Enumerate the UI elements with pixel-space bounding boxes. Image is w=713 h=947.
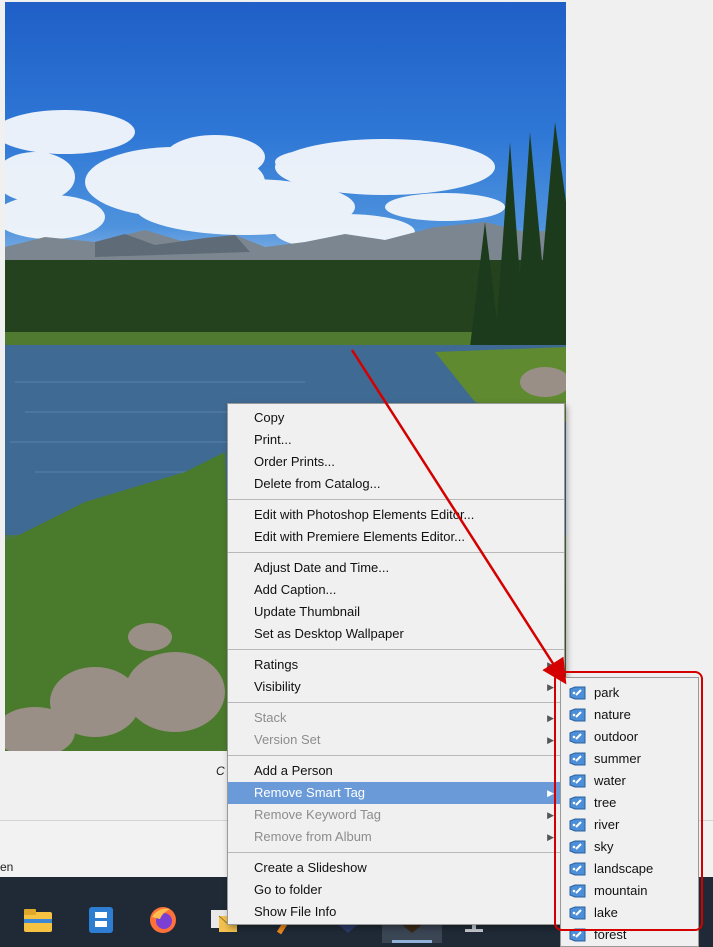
menu-item-label: Delete from Catalog... [254, 476, 381, 491]
menu-item-update-thumbnail[interactable]: Update Thumbnail [228, 601, 564, 623]
smart-tag-label: lake [594, 905, 618, 920]
menu-item-delete-from-catalog[interactable]: Delete from Catalog... [228, 473, 564, 495]
menu-item-adjust-date-and-time[interactable]: Adjust Date and Time... [228, 557, 564, 579]
smart-tag-label: nature [594, 707, 631, 722]
menu-item-label: Show File Info [254, 904, 337, 919]
smart-tag-item[interactable]: water [561, 770, 698, 792]
smart-tag-label: sky [594, 839, 614, 854]
menu-item-label: Copy [254, 410, 285, 425]
menu-item-label: Remove Keyword Tag [254, 807, 381, 822]
menu-item-stack: Stack ▶ [228, 707, 564, 729]
menu-item-visibility[interactable]: Visibility ▶ [228, 676, 564, 698]
smart-tag-icon [569, 818, 586, 832]
menu-item-label: Add Caption... [254, 582, 337, 597]
smart-tag-item[interactable]: nature [561, 704, 698, 726]
menu-item-label: Adjust Date and Time... [254, 560, 390, 575]
menu-item-label: Remove from Album [254, 829, 372, 844]
smart-tag-icon [569, 752, 586, 766]
menu-item-show-file-info[interactable]: Show File Info [228, 901, 564, 923]
context-menu: Copy Print... Order Prints... Delete from C… [227, 403, 565, 925]
smart-tag-icon [569, 906, 586, 920]
menu-item-remove-smart-tag[interactable]: Remove Smart Tag ▶ [228, 782, 564, 804]
menu-item-print[interactable]: Print... [228, 429, 564, 451]
menu-separator [228, 552, 564, 553]
smart-tag-icon [569, 774, 586, 788]
menu-item-remove-keyword-tag: Remove Keyword Tag ▶ [228, 804, 564, 826]
smart-tag-label: forest [594, 927, 627, 942]
submenu-arrow-icon: ▶ [547, 788, 554, 798]
menu-item-label: Print... [254, 432, 292, 447]
menu-separator [228, 499, 564, 500]
smart-tag-item[interactable]: forest [561, 924, 698, 946]
menu-item-label: Edit with Premiere Elements Editor... [254, 529, 465, 544]
smart-tag-label: water [594, 773, 626, 788]
menu-item-add-a-person[interactable]: Add a Person [228, 760, 564, 782]
menu-item-version-set: Version Set ▶ [228, 729, 564, 751]
menu-item-label: Create a Slideshow [254, 860, 367, 875]
menu-separator [228, 755, 564, 756]
smart-tag-icon [569, 928, 586, 942]
menu-item-label: Edit with Photoshop Elements Editor... [254, 507, 475, 522]
status-text: en [0, 860, 14, 874]
smart-tag-icon [569, 686, 586, 700]
menu-item-label: Remove Smart Tag [254, 785, 366, 800]
submenu-arrow-icon: ▶ [547, 682, 554, 692]
smart-tag-label: mountain [594, 883, 648, 898]
smart-tag-item[interactable]: outdoor [561, 726, 698, 748]
submenu-arrow-icon: ▶ [547, 810, 554, 820]
menu-item-label: Set as Desktop Wallpaper [254, 626, 404, 641]
smart-tag-item[interactable]: river [561, 814, 698, 836]
smart-tag-submenu: park nature outdoor summer water tree river sky… [560, 677, 699, 947]
smart-tag-item[interactable]: landscape [561, 858, 698, 880]
menu-separator [228, 702, 564, 703]
menu-item-copy[interactable]: Copy [228, 407, 564, 429]
smart-tag-label: river [594, 817, 620, 832]
smart-tag-item[interactable]: tree [561, 792, 698, 814]
menu-item-label: Visibility [254, 679, 301, 694]
menu-item-add-caption[interactable]: Add Caption... [228, 579, 564, 601]
menu-item-ratings[interactable]: Ratings ▶ [228, 654, 564, 676]
active-indicator [392, 940, 432, 943]
submenu-arrow-icon: ▶ [547, 832, 554, 842]
menu-item-label: Stack [254, 710, 287, 725]
menu-item-edit-with-photoshop-elements-editor[interactable]: Edit with Photoshop Elements Editor... [228, 504, 564, 526]
menu-item-label: Go to folder [254, 882, 322, 897]
smart-tag-item[interactable]: mountain [561, 880, 698, 902]
menu-item-label: Version Set [254, 732, 321, 747]
smart-tag-item[interactable]: sky [561, 836, 698, 858]
smart-tag-label: summer [594, 751, 641, 766]
submenu-arrow-icon: ▶ [547, 660, 554, 670]
menu-item-edit-with-premiere-elements-editor[interactable]: Edit with Premiere Elements Editor... [228, 526, 564, 548]
menu-separator [228, 649, 564, 650]
smart-tag-icon [569, 730, 586, 744]
smart-tag-icon [569, 862, 586, 876]
file-explorer-icon[interactable] [14, 897, 62, 943]
smart-tag-item[interactable]: summer [561, 748, 698, 770]
app-grid-icon[interactable] [77, 897, 125, 943]
menu-item-create-a-slideshow[interactable]: Create a Slideshow [228, 857, 564, 879]
menu-item-label: Ratings [254, 657, 299, 672]
menu-item-order-prints[interactable]: Order Prints... [228, 451, 564, 473]
menu-item-label: Add a Person [254, 763, 333, 778]
menu-item-label: Update Thumbnail [254, 604, 360, 619]
smart-tag-label: tree [594, 795, 617, 810]
smart-tag-item[interactable]: park [561, 682, 698, 704]
smart-tag-item[interactable]: lake [561, 902, 698, 924]
menu-item-go-to-folder[interactable]: Go to folder [228, 879, 564, 901]
submenu-arrow-icon: ▶ [547, 735, 554, 745]
firefox-icon[interactable] [139, 897, 187, 943]
menu-item-label: Order Prints... [254, 454, 335, 469]
smart-tag-label: park [594, 685, 620, 700]
menu-separator [228, 852, 564, 853]
smart-tag-icon [569, 884, 586, 898]
smart-tag-label: landscape [594, 861, 654, 876]
menu-item-remove-from-album: Remove from Album ▶ [228, 826, 564, 848]
smart-tag-icon [569, 840, 586, 854]
smart-tag-label: outdoor [594, 729, 639, 744]
menu-item-set-as-desktop-wallpaper[interactable]: Set as Desktop Wallpaper [228, 623, 564, 645]
photo-caption: C [216, 764, 225, 778]
submenu-arrow-icon: ▶ [547, 713, 554, 723]
smart-tag-icon [569, 796, 586, 810]
smart-tag-icon [569, 708, 586, 722]
